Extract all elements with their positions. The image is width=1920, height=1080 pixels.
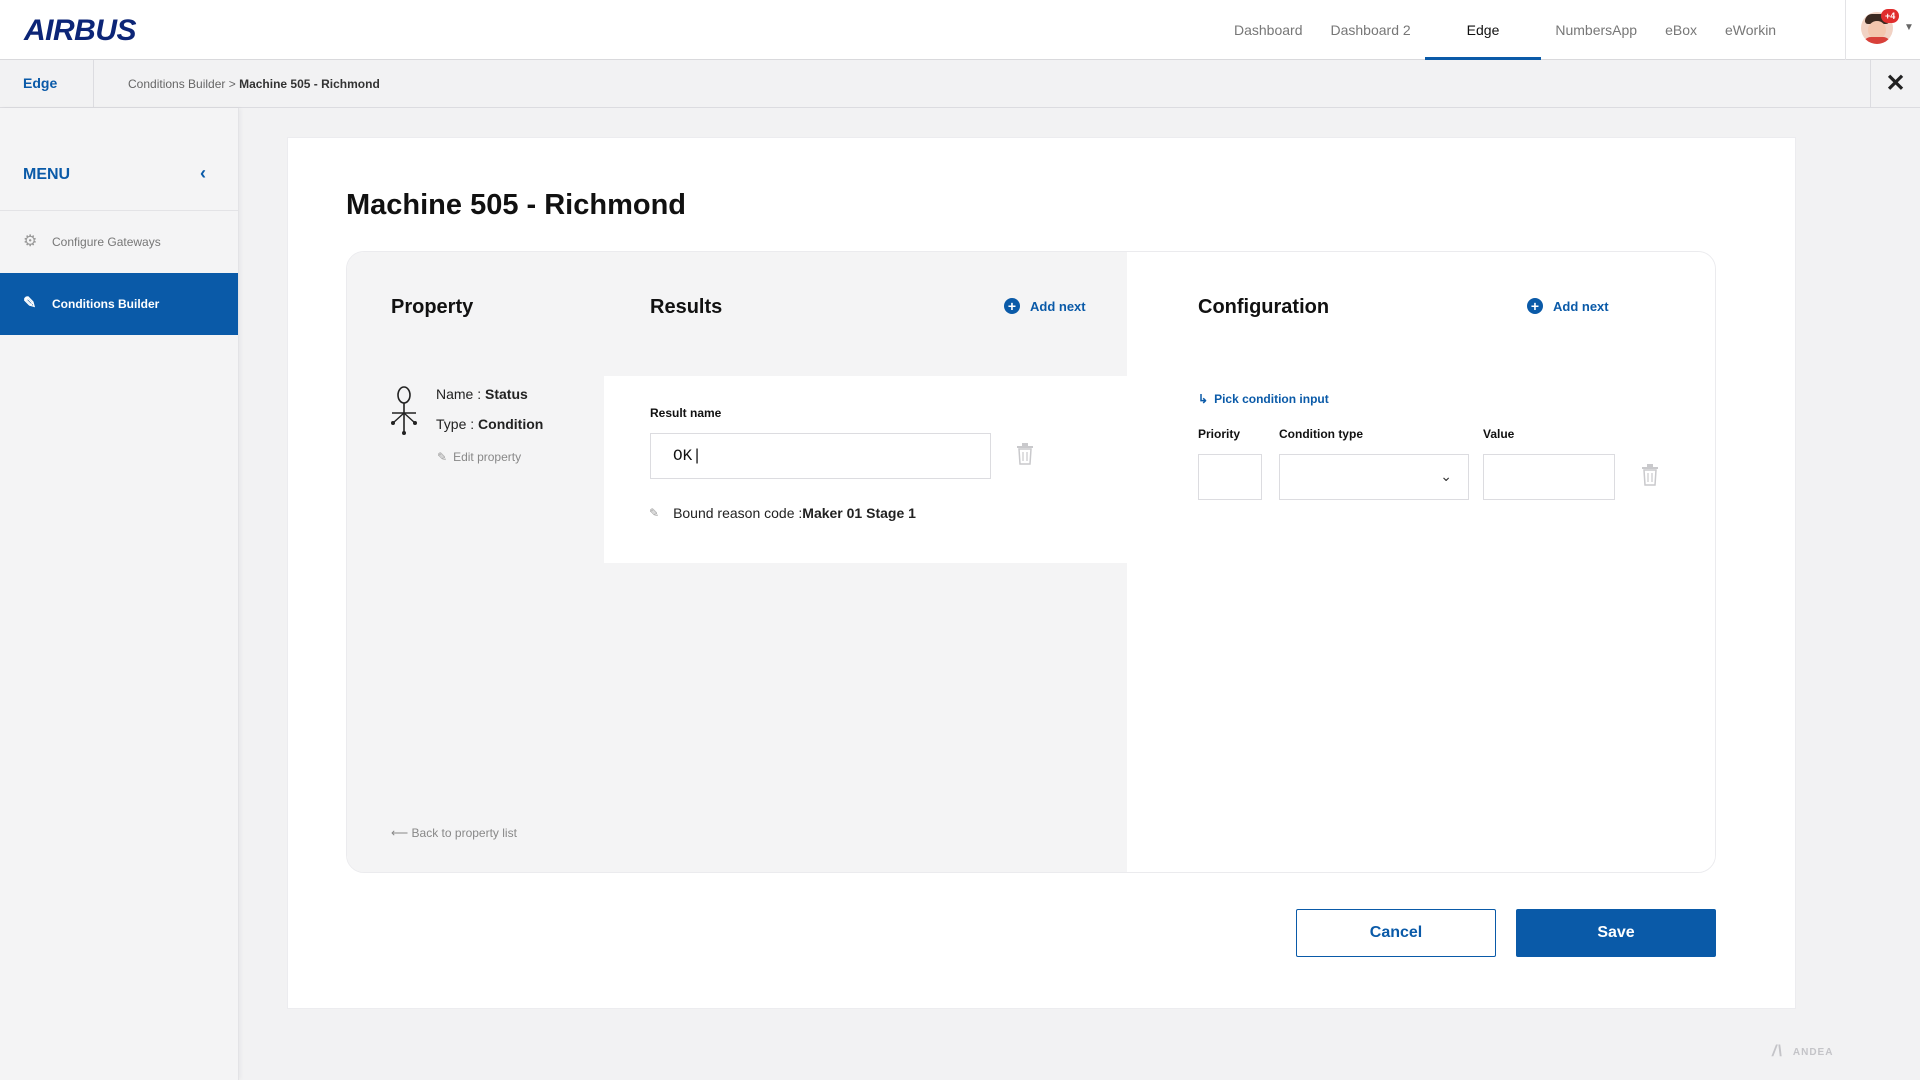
builder-panel: Property Name : Status Type : Condition … [346, 251, 1716, 873]
pencil-icon: ✎ [649, 506, 660, 520]
results-heading: Results [650, 296, 723, 318]
results-add-next-button[interactable]: + Add next [1004, 298, 1086, 314]
breadcrumb-parent[interactable]: Conditions Builder [128, 77, 225, 91]
sidebar-item-configure-gateways[interactable]: ⚙ Configure Gateways [0, 211, 238, 273]
airbus-logo[interactable]: AIRBUS [24, 14, 137, 48]
main-card: Machine 505 - Richmond Property Name : S… [287, 137, 1796, 1009]
value-input[interactable] [1483, 454, 1615, 500]
breadcrumb-current: Machine 505 - Richmond [239, 77, 380, 91]
priority-label: Priority [1198, 427, 1241, 441]
close-icon[interactable]: ✕ [1870, 60, 1920, 108]
sub-bar: Edge Conditions Builder > Machine 505 - … [0, 60, 1920, 108]
configuration-add-next-button[interactable]: + Add next [1527, 298, 1609, 314]
andea-logo: /\ ANDEA [1772, 1043, 1834, 1060]
property-heading: Property [391, 296, 474, 318]
menu-header: MENU ‹ [0, 108, 238, 211]
plus-circle-icon: + [1527, 298, 1543, 314]
top-nav: Dashboard Dashboard 2 Edge NumbersApp eB… [1220, 0, 1790, 60]
property-column: Property Name : Status Type : Condition … [347, 252, 604, 872]
nav-eworkin[interactable]: eWorkin [1711, 0, 1790, 60]
nav-dashboard[interactable]: Dashboard [1220, 0, 1317, 60]
result-name-label: Result name [650, 406, 722, 420]
plus-circle-icon: + [1004, 298, 1020, 314]
nav-edge[interactable]: Edge [1424, 0, 1542, 60]
sidebar-item-label: Configure Gateways [52, 235, 161, 249]
result-name-input[interactable]: OK| [650, 433, 991, 479]
back-to-property-list-link[interactable]: ⟵ Back to property list [391, 826, 517, 840]
app-name[interactable]: Edge [0, 60, 94, 108]
page-title: Machine 505 - Richmond [346, 189, 687, 221]
edit-note-icon: ✎ [23, 295, 37, 312]
arrow-left-icon: ⟵ [391, 826, 409, 840]
chevron-down-icon[interactable]: ▼ [1904, 22, 1914, 33]
priority-input[interactable] [1198, 454, 1262, 500]
sidebar-item-label: Conditions Builder [52, 297, 160, 311]
property-name: Name : Status [436, 386, 528, 402]
menu-title: MENU [23, 166, 71, 183]
andea-mark-icon: /\ [1772, 1043, 1783, 1060]
tree-branch-icon [391, 386, 417, 435]
chevron-down-icon: ⌄ [1440, 468, 1452, 484]
gear-icon: ⚙ [23, 233, 38, 250]
results-column: Results + Add next Result name OK| ✎ Bou… [604, 252, 1127, 872]
property-type: Type : Condition [436, 416, 544, 432]
save-button[interactable]: Save [1516, 909, 1716, 957]
result-item: Result name OK| [604, 376, 1127, 563]
condition-type-select[interactable]: ⌄ [1279, 454, 1469, 500]
bound-reason-code[interactable]: ✎ Bound reason code : Maker 01 Stage 1 [649, 505, 916, 521]
pencil-icon: ✎ [437, 450, 448, 464]
chevron-left-icon[interactable]: ‹ [200, 163, 206, 184]
top-bar: AIRBUS Dashboard Dashboard 2 Edge Number… [0, 0, 1920, 60]
nav-dashboard-2[interactable]: Dashboard 2 [1317, 0, 1425, 60]
pick-condition-input-link[interactable]: ↳ Pick condition input [1198, 392, 1329, 406]
edit-property-link[interactable]: ✎ Edit property [437, 450, 521, 464]
trash-icon[interactable] [1641, 464, 1659, 486]
configuration-column: Configuration + Add next ↳ Pick conditio… [1127, 252, 1715, 872]
breadcrumb-separator: > [225, 77, 240, 91]
nav-numbersapp[interactable]: NumbersApp [1541, 0, 1651, 60]
value-label: Value [1483, 427, 1515, 441]
condition-type-label: Condition type [1279, 427, 1363, 441]
subdirectory-icon: ↳ [1198, 392, 1209, 406]
trash-icon[interactable] [1016, 443, 1034, 465]
sidebar: MENU ‹ ⚙ Configure Gateways ✎ Conditions… [0, 108, 239, 1080]
configuration-heading: Configuration [1198, 296, 1330, 318]
nav-ebox[interactable]: eBox [1651, 0, 1711, 60]
notification-badge: +4 [1881, 9, 1900, 23]
cancel-button[interactable]: Cancel [1296, 909, 1496, 957]
user-menu[interactable]: +4 ▼ [1845, 0, 1920, 60]
sidebar-item-conditions-builder[interactable]: ✎ Conditions Builder [0, 273, 238, 335]
breadcrumb: Conditions Builder > Machine 505 - Richm… [128, 60, 380, 108]
